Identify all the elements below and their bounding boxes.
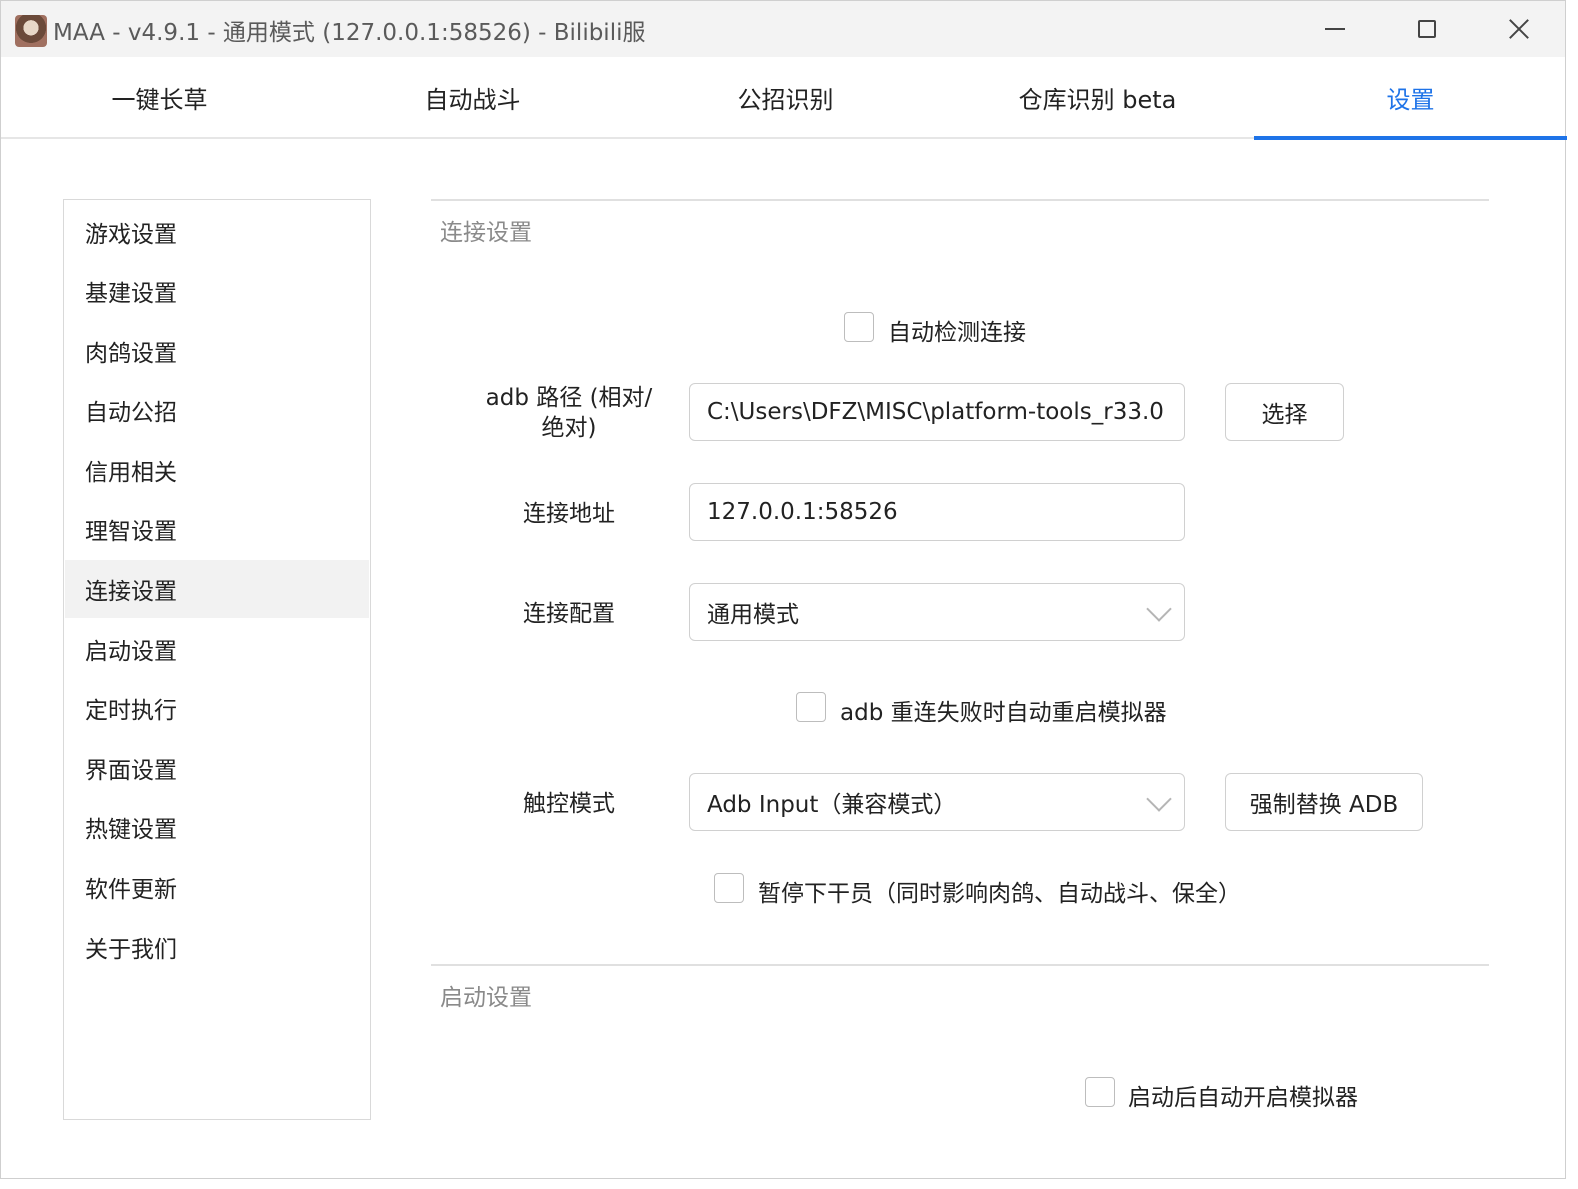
sidebar-item-ui[interactable]: 界面设置 [65,739,369,797]
auto-detect-checkbox[interactable] [844,312,874,342]
touch-mode-select[interactable]: Adb Input（兼容模式） [689,773,1185,831]
minimize-button[interactable] [1289,1,1381,57]
sidebar-item-recruit[interactable]: 自动公招 [65,381,369,439]
chevron-down-icon [1146,596,1172,622]
close-button[interactable] [1473,1,1565,57]
settings-sidebar: 游戏设置 基建设置 肉鸽设置 自动公招 信用相关 理智设置 连接设置 启动设置 … [63,199,371,1120]
section-divider [431,199,1489,201]
maximize-button[interactable] [1381,1,1473,57]
tab-depot[interactable]: 仓库识别 beta [941,57,1254,137]
tab-one-click[interactable]: 一键长草 [3,57,316,137]
config-select[interactable]: 通用模式 [689,583,1185,641]
sidebar-item-timer[interactable]: 定时执行 [65,679,369,737]
pause-operator-label: 暂停下干员（同时影响肉鸽、自动战斗、保全） [758,881,1241,907]
active-tab-indicator [1254,136,1567,140]
minimize-icon [1325,28,1345,30]
touch-mode-label: 触控模式 [523,791,615,817]
pause-operator-checkbox[interactable] [714,873,744,903]
sidebar-item-startup[interactable]: 启动设置 [65,620,369,678]
title-bar: MAA - v4.9.1 - 通用模式 (127.0.0.1:58526) - … [1,1,1565,57]
auto-start-emulator-label: 启动后自动开启模拟器 [1128,1085,1358,1111]
address-input[interactable]: 127.0.0.1:58526 [689,483,1185,541]
sidebar-item-hotkey[interactable]: 热键设置 [65,798,369,856]
sidebar-item-sanity[interactable]: 理智设置 [65,500,369,558]
app-logo-icon [15,15,47,47]
config-select-value: 通用模式 [707,602,799,628]
retry-restart-label: adb 重连失败时自动重启模拟器 [840,700,1167,726]
retry-restart-checkbox[interactable] [796,692,826,722]
section-title-startup: 启动设置 [440,985,532,1011]
chevron-down-icon [1146,786,1172,812]
auto-start-emulator-checkbox[interactable] [1085,1077,1115,1107]
sidebar-item-connection[interactable]: 连接设置 [65,560,369,618]
window-title: MAA - v4.9.1 - 通用模式 (127.0.0.1:58526) - … [53,20,646,46]
auto-detect-label: 自动检测连接 [888,320,1026,346]
adb-path-label: adb 路径 (相对/绝对) [485,385,653,441]
section-divider [431,964,1489,966]
touch-mode-value: Adb Input（兼容模式） [707,792,957,818]
sidebar-item-infrast[interactable]: 基建设置 [65,262,369,320]
sidebar-item-update[interactable]: 软件更新 [65,858,369,916]
maximize-icon [1418,20,1436,38]
force-replace-adb-button[interactable]: 强制替换 ADB [1225,773,1423,831]
tab-recruit[interactable]: 公招识别 [629,57,942,137]
sidebar-item-credit[interactable]: 信用相关 [65,441,369,499]
sidebar-item-game[interactable]: 游戏设置 [65,203,369,261]
app-window: MAA - v4.9.1 - 通用模式 (127.0.0.1:58526) - … [0,0,1567,1179]
tab-settings[interactable]: 设置 [1254,57,1567,140]
config-label: 连接配置 [523,601,615,627]
sidebar-item-about[interactable]: 关于我们 [65,918,369,976]
sidebar-item-roguelike[interactable]: 肉鸽设置 [65,322,369,380]
tab-bar: 一键长草 自动战斗 公招识别 仓库识别 beta 设置 [1,57,1567,140]
adb-path-input[interactable]: C:\Users\DFZ\MISC\platform-tools_r33.0 [689,383,1185,441]
close-icon [1508,18,1530,40]
address-label: 连接地址 [523,501,615,527]
section-title-connection: 连接设置 [440,220,532,246]
tab-auto-battle[interactable]: 自动战斗 [316,57,629,137]
select-adb-button[interactable]: 选择 [1225,383,1344,441]
